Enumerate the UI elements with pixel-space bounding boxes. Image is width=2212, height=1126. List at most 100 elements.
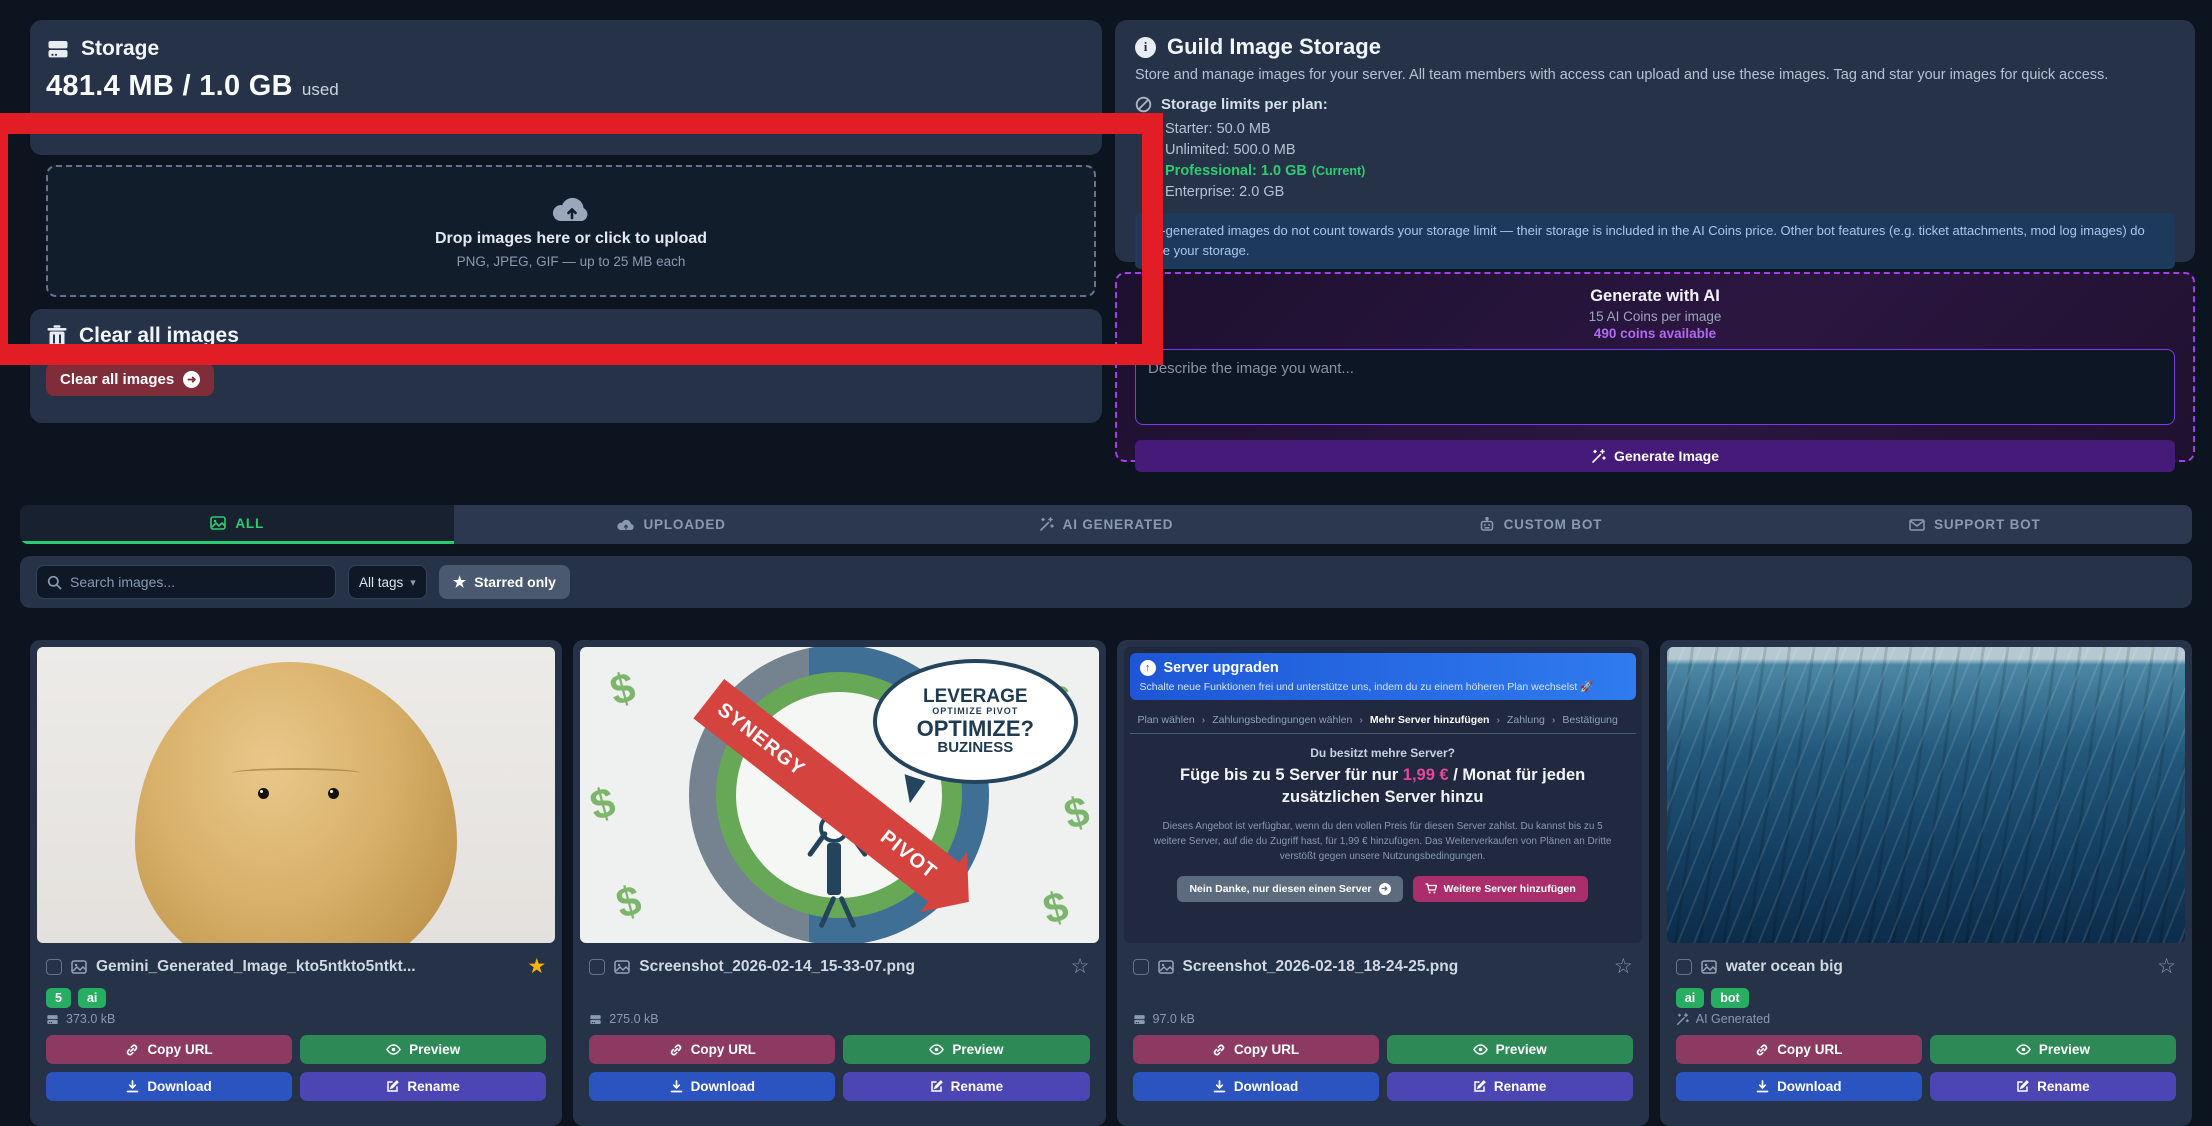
- generate-image-button[interactable]: Generate Image: [1135, 440, 2175, 472]
- image-thumbnail-upgrade-dialog[interactable]: ↑ Server upgraden Schalte neue Funktione…: [1124, 647, 1642, 943]
- download-button[interactable]: Download: [589, 1072, 835, 1101]
- tag-badge[interactable]: 5: [46, 988, 71, 1008]
- dialog-breadcrumb: Plan wählen› Zahlungsbedingungen wählen›…: [1130, 706, 1636, 734]
- rename-button[interactable]: Rename: [843, 1072, 1089, 1101]
- guild-info-header: i Guild Image Storage: [1135, 34, 2175, 60]
- download-button[interactable]: Download: [1133, 1072, 1379, 1101]
- upload-cloud-icon: [551, 194, 591, 224]
- tags-row: ai bot: [1676, 985, 2176, 1011]
- potato-illustration: [135, 662, 456, 943]
- dialog-header: ↑ Server upgraden Schalte neue Funktione…: [1130, 653, 1636, 700]
- tab-all[interactable]: ALL: [20, 505, 454, 544]
- storage-title: Storage: [81, 37, 159, 61]
- tab-uploaded-label: UPLOADED: [643, 517, 725, 532]
- image-icon: [1158, 960, 1174, 974]
- preview-button[interactable]: Preview: [1930, 1035, 2176, 1064]
- image-filename: Screenshot_2026-02-18_18-24-25.png: [1183, 958, 1605, 976]
- rename-button[interactable]: Rename: [1387, 1072, 1633, 1101]
- file-size-row: 275.0 kB: [589, 1012, 1089, 1026]
- tag-badge[interactable]: bot: [1711, 988, 1748, 1008]
- guild-info-card: i Guild Image Storage Store and manage i…: [1115, 20, 2195, 262]
- image-card: $ $ $ $ $ $ LEVERAGE OPTIMIZE PIVOT OPTI…: [573, 640, 1105, 1126]
- offer-price: 1,99 €: [1403, 766, 1449, 784]
- image-filename: Screenshot_2026-02-14_15-33-07.png: [639, 958, 1061, 976]
- decline-upsell-button[interactable]: Nein Danke, nur diesen einen Server ➜: [1177, 876, 1402, 902]
- star-icon[interactable]: ☆: [2157, 956, 2176, 977]
- download-button[interactable]: Download: [1676, 1072, 1922, 1101]
- server-storage-icon: [46, 37, 70, 61]
- storage-card: Storage 481.4 MB / 1.0 GB used: [30, 20, 1102, 155]
- plan-item-unlimited: Unlimited: 500.0 MB: [1165, 140, 2175, 161]
- starred-only-button[interactable]: ★ Starred only: [439, 565, 570, 599]
- limits-icon: [1135, 96, 1152, 113]
- select-checkbox[interactable]: [1133, 959, 1149, 975]
- tab-custom-bot[interactable]: CUSTOM BOT: [1323, 505, 1757, 544]
- upload-cloud-icon: [617, 518, 634, 531]
- speech-bubble: LEVERAGE OPTIMIZE PIVOT OPTIMIZE? BUZINE…: [873, 659, 1078, 784]
- tab-custom-bot-label: CUSTOM BOT: [1504, 517, 1603, 532]
- guild-info-description: Store and manage images for your server.…: [1135, 67, 2175, 83]
- storage-card-header: Storage: [46, 37, 1086, 61]
- tab-ai-generated[interactable]: AI GENERATED: [889, 505, 1323, 544]
- clear-all-button-label: Clear all images: [60, 371, 174, 388]
- copy-url-button[interactable]: Copy URL: [1133, 1035, 1379, 1064]
- info-icon: i: [1135, 37, 1156, 58]
- tab-support-bot[interactable]: SUPPORT BOT: [1758, 505, 2192, 544]
- search-input[interactable]: [70, 574, 325, 590]
- tags-select-value: All tags: [359, 575, 403, 590]
- tab-ai-generated-label: AI GENERATED: [1063, 517, 1174, 532]
- image-thumbnail-cartoon[interactable]: $ $ $ $ $ $ LEVERAGE OPTIMIZE PIVOT OPTI…: [580, 647, 1098, 943]
- file-size: 97.0 kB: [1153, 1012, 1195, 1026]
- dialog-title: Server upgraden: [1164, 660, 1279, 676]
- star-icon[interactable]: ☆: [1614, 956, 1633, 977]
- tab-support-bot-label: SUPPORT BOT: [1934, 517, 2040, 532]
- storage-progress-bar: [46, 116, 1086, 129]
- tag-badge[interactable]: ai: [1676, 988, 1704, 1008]
- preview-button[interactable]: Preview: [300, 1035, 546, 1064]
- dialog-terms: Dieses Angebot ist verfügbar, wenn du de…: [1150, 819, 1616, 864]
- robot-icon: [1479, 517, 1495, 532]
- image-card: Gemini_Generated_Image_kto5ntkto5ntkt...…: [30, 640, 562, 1126]
- clear-all-button[interactable]: Clear all images ➜: [46, 363, 214, 396]
- plan-item-professional: Professional: 1.0 GB(Current): [1165, 161, 2175, 182]
- preview-button[interactable]: Preview: [1387, 1035, 1633, 1064]
- wand-icon: [1591, 449, 1606, 464]
- image-icon: [210, 516, 226, 530]
- file-size-row: 373.0 kB: [46, 1012, 546, 1026]
- envelope-icon: [1909, 519, 1925, 531]
- ai-storage-note: AI-generated images do not count towards…: [1135, 213, 2175, 269]
- image-thumbnail-potato[interactable]: [37, 647, 555, 943]
- copy-url-button[interactable]: Copy URL: [1676, 1035, 1922, 1064]
- tags-select[interactable]: All tags ▾: [348, 565, 427, 599]
- select-checkbox[interactable]: [589, 959, 605, 975]
- tag-badge[interactable]: ai: [78, 988, 106, 1008]
- upload-dropzone[interactable]: Drop images here or click to upload PNG,…: [46, 165, 1096, 297]
- clear-all-section: Clear all images Clear all images ➜: [30, 309, 1102, 423]
- ai-generated-row: AI Generated: [1676, 1012, 2176, 1026]
- prompt-input[interactable]: [1135, 349, 2175, 425]
- image-filename: Gemini_Generated_Image_kto5ntkto5ntkt...: [96, 958, 518, 976]
- category-tabs: ALL UPLOADED AI GENERATED CUSTOM BOT: [20, 505, 2192, 544]
- limits-heading-row: Storage limits per plan:: [1135, 96, 2175, 113]
- rename-button[interactable]: Rename: [1930, 1072, 2176, 1101]
- arrow-up-circle-icon: ↑: [1140, 660, 1156, 676]
- add-servers-button[interactable]: Weitere Server hinzufügen: [1413, 876, 1588, 902]
- file-size: 373.0 kB: [66, 1012, 115, 1026]
- select-checkbox[interactable]: [1676, 959, 1692, 975]
- tab-all-label: ALL: [235, 516, 264, 531]
- copy-url-button[interactable]: Copy URL: [589, 1035, 835, 1064]
- select-checkbox[interactable]: [46, 959, 62, 975]
- preview-button[interactable]: Preview: [843, 1035, 1089, 1064]
- dialog-question: Du besitzt mehre Server?: [1124, 746, 1642, 760]
- tags-row: [589, 985, 1089, 1011]
- tab-uploaded[interactable]: UPLOADED: [454, 505, 888, 544]
- rename-button[interactable]: Rename: [300, 1072, 546, 1101]
- tags-row: [1133, 985, 1633, 1011]
- generate-image-label: Generate Image: [1614, 448, 1719, 464]
- star-icon[interactable]: ☆: [1071, 956, 1090, 977]
- download-button[interactable]: Download: [46, 1072, 292, 1101]
- star-icon[interactable]: ★: [527, 956, 546, 977]
- tags-row: 5 ai: [46, 985, 546, 1011]
- copy-url-button[interactable]: Copy URL: [46, 1035, 292, 1064]
- image-thumbnail-ocean[interactable]: [1667, 647, 2185, 943]
